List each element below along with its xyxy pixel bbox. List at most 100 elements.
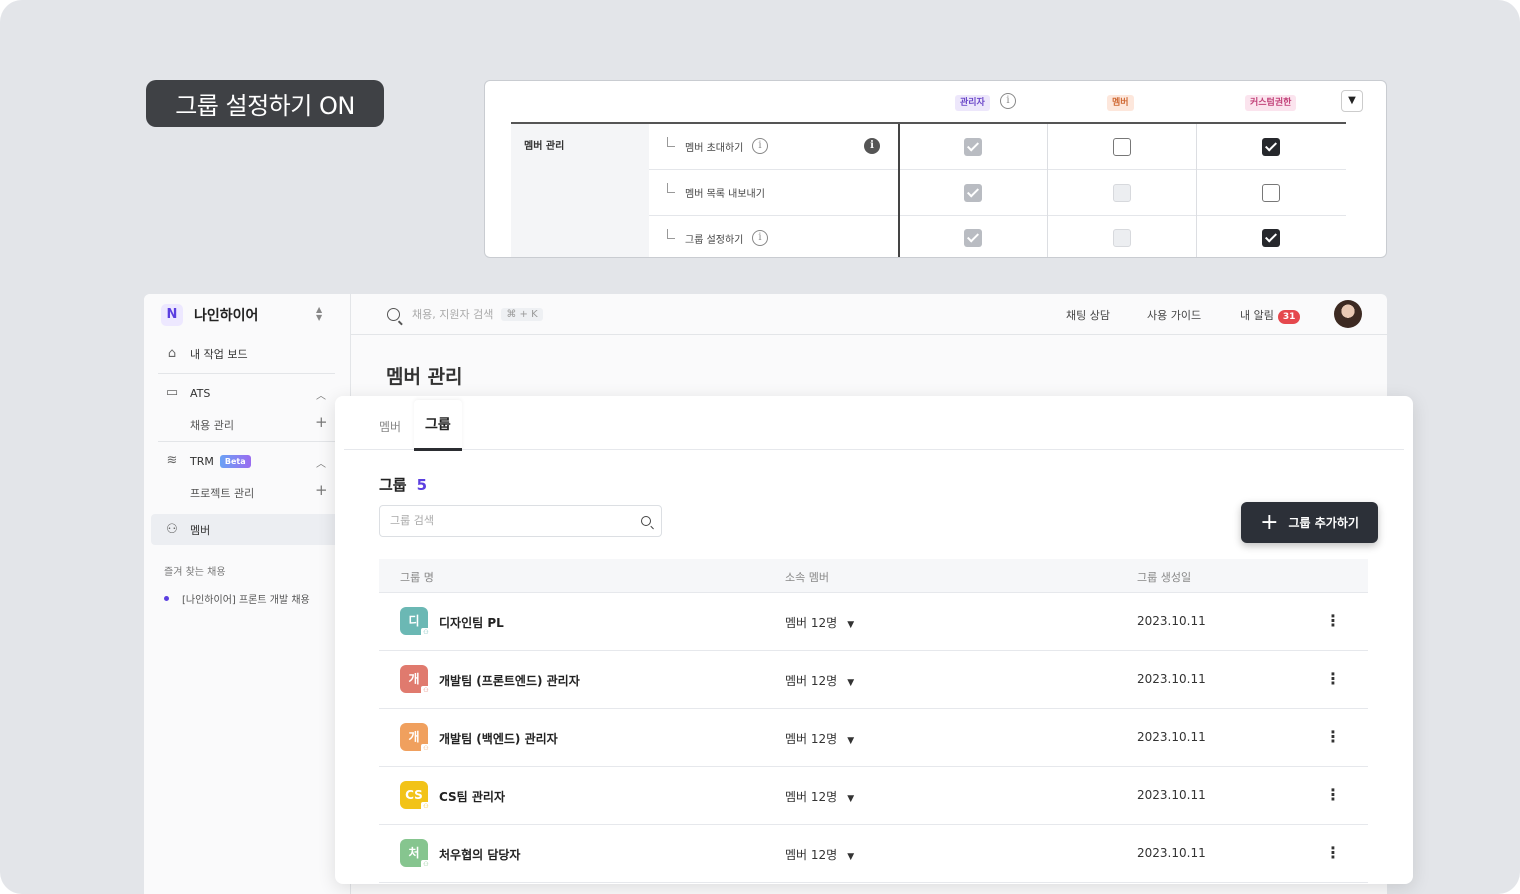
sidebar-item-trm[interactable]: ≋ TRM Beta [164,453,251,469]
group-mini-icon: ⚇ [421,628,431,638]
permission-table: 관리자 i 멤버 커스텀권한 ▼ 멤버 관리 멤버 초대하기 i i 멤버 목록… [484,80,1387,258]
table-row[interactable]: 개 ⚇ 개발팀 (백엔드) 관리자 멤버 12명 ▼ 2023.10.11 ⋮ [379,709,1368,767]
sidebar-item-label: TRM [190,454,214,468]
group-members-dropdown[interactable]: 멤버 12명 ▼ [785,672,854,689]
role-member-badge: 멤버 [1107,95,1134,111]
admin-invite-checkbox [964,138,982,156]
info-icon[interactable]: i [752,230,768,246]
sidebar-item-ats[interactable]: ▭ ATS [164,385,211,401]
group-members-dropdown[interactable]: 멤버 12명 ▼ [785,846,854,863]
table-row[interactable]: 처 ⚇ 처우협의 담당자 멤버 12명 ▼ 2023.10.11 ⋮ [379,825,1368,883]
tab-bar: 멤버 그룹 [344,396,1404,451]
table-row[interactable]: CS ⚇ CS팀 관리자 멤버 12명 ▼ 2023.10.11 ⋮ [379,767,1368,825]
workspace-switcher[interactable]: N 나인하이어 [161,304,258,326]
user-guide-link[interactable]: 사용 가이드 [1147,307,1201,323]
add-group-button[interactable]: + 그룹 추가하기 [1241,502,1378,543]
column-divider [1047,124,1048,257]
sidebar-item-label: 멤버 [190,524,211,537]
more-options-icon[interactable]: ⋮ [1324,610,1342,632]
caret-down-icon: ▼ [847,736,855,746]
sidebar-item-members[interactable]: ⚇ 멤버 [164,522,210,538]
custom-group-setting-checkbox[interactable] [1262,229,1280,247]
tree-corner-icon [667,229,675,239]
group-avatar: CS ⚇ [400,781,431,812]
sidebar: N 나인하이어 ▲ ▼ ⌂ 내 작업 보드 ▭ ATS ︿ 채용 관리 + ≋ T… [144,294,351,894]
table-row[interactable]: 디 ⚇ 디자인팀 PL 멤버 12명 ▼ 2023.10.11 ⋮ [379,593,1368,651]
active-tab-indicator [414,448,462,451]
group-name[interactable]: CS팀 관리자 [439,788,505,805]
permission-row: 멤버 초대하기 i i [649,124,1346,170]
favorite-item[interactable]: [나인하이어] 프론트 개발 채용 [164,591,310,606]
groups-section-title: 그룹 5 [379,474,427,495]
favorite-item-label: [나인하이어] 프론트 개발 채용 [182,595,310,606]
groups-panel: 멤버 그룹 그룹 5 그룹 검색 + 그룹 추가하기 그룹 명 소속 멤버 그룹 … [335,396,1413,884]
sidebar-subitem-recruit[interactable]: 채용 관리 [190,417,234,433]
more-options-icon[interactable]: ⋮ [1324,784,1342,806]
notification-count-badge: 31 [1277,310,1301,324]
more-options-icon[interactable]: ⋮ [1324,726,1342,748]
bullet-icon [164,596,169,601]
column-header-members: 소속 멤버 [785,571,829,584]
search-icon [387,307,400,321]
caret-down-icon: ▼ [847,794,855,804]
group-search-input[interactable]: 그룹 검색 [379,505,662,537]
role-custom-badge: 커스텀권한 [1245,95,1297,111]
group-created-date: 2023.10.11 [1137,846,1206,860]
group-initial: 처 [408,846,420,860]
sidebar-subitem-project[interactable]: 프로젝트 관리 [190,485,254,501]
member-export-checkbox [1113,184,1131,202]
admin-export-checkbox [964,184,982,202]
group-mini-icon: ⚇ [421,802,431,812]
group-name[interactable]: 처우협의 담당자 [439,846,520,863]
permission-header: 관리자 i 멤버 커스텀권한 ▼ [511,81,1363,124]
tree-corner-icon [667,183,675,193]
global-search[interactable]: 채용, 지원자 검색 ⌘ + K [387,306,543,322]
tree-corner-icon [667,137,675,147]
members-count: 멤버 12명 [785,616,838,630]
group-name[interactable]: 개발팀 (프론트엔드) 관리자 [439,672,580,689]
sidebar-item-home[interactable]: ⌂ 내 작업 보드 [164,346,248,362]
group-avatar: 개 ⚇ [400,665,431,696]
info-icon[interactable]: i [752,138,768,154]
permission-label: 멤버 초대하기 [685,143,744,154]
more-options-icon[interactable]: ⋮ [1324,842,1342,864]
group-name[interactable]: 디자인팀 PL [439,614,504,631]
group-setting-on-banner: 그룹 설정하기 ON [146,80,384,127]
page-title: 멤버 관리 [386,366,463,388]
table-row[interactable]: 개 ⚇ 개발팀 (프론트엔드) 관리자 멤버 12명 ▼ 2023.10.11 ⋮ [379,651,1368,709]
members-count: 멤버 12명 [785,790,838,804]
avatar[interactable] [1334,300,1362,328]
chevron-up-icon[interactable]: ︿ [316,455,326,470]
group-members-dropdown[interactable]: 멤버 12명 ▼ [785,730,854,747]
members-count: 멤버 12명 [785,732,838,746]
notifications-link[interactable]: 내 알림 31 [1240,307,1301,324]
group-mini-icon: ⚇ [421,860,431,870]
switch-arrows-icon[interactable]: ▲ ▼ [316,306,322,322]
tab-members[interactable]: 멤버 [379,418,401,435]
add-icon[interactable]: + [315,481,328,499]
permission-group-label: 멤버 관리 [524,141,565,152]
add-icon[interactable]: + [315,413,328,431]
info-filled-icon[interactable]: i [864,138,880,154]
group-members-dropdown[interactable]: 멤버 12명 ▼ [785,614,854,631]
chat-support-link[interactable]: 채팅 상담 [1066,307,1110,323]
members-count: 멤버 12명 [785,848,838,862]
more-options-icon[interactable]: ⋮ [1324,668,1342,690]
favorites-title: 즐겨 찾는 채용 [164,567,226,578]
info-icon[interactable]: i [1000,93,1016,109]
group-avatar: 처 ⚇ [400,839,431,870]
permission-group-cell: 멤버 관리 [511,124,649,257]
member-invite-checkbox[interactable] [1113,138,1131,156]
search-icon [641,516,651,526]
tab-groups[interactable]: 그룹 [425,414,451,434]
role-dropdown-button[interactable]: ▼ [1341,90,1363,112]
custom-export-checkbox[interactable] [1262,184,1280,202]
column-header-name: 그룹 명 [400,571,434,584]
group-members-dropdown[interactable]: 멤버 12명 ▼ [785,788,854,805]
chevron-up-icon[interactable]: ︿ [316,387,326,402]
home-icon: ⌂ [167,346,177,361]
group-name[interactable]: 개발팀 (백엔드) 관리자 [439,730,558,747]
group-mini-icon: ⚇ [421,686,431,696]
custom-invite-checkbox[interactable] [1262,138,1280,156]
permission-row: 멤버 목록 내보내기 [649,170,1346,216]
